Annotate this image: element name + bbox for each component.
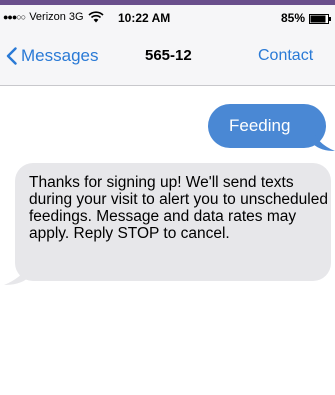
- received-message-text: Thanks for signing up! We'll send texts …: [29, 174, 328, 242]
- back-button-label: Messages: [21, 46, 99, 65]
- sent-message-bubble: Feeding: [208, 104, 326, 148]
- status-left: ●●●○○ Verizon 3G: [3, 11, 104, 23]
- wifi-icon: [88, 11, 104, 23]
- signal-strength: ●●●○○: [3, 12, 26, 22]
- status-bar: ●●●○○ Verizon 3G 10:22 AM 85%: [0, 5, 335, 31]
- sent-message-text: Feeding: [229, 116, 291, 135]
- received-message-bubble: Thanks for signing up! We'll send texts …: [15, 163, 331, 281]
- navigation-bar: Messages 565-12 Contact: [0, 31, 335, 86]
- contact-button[interactable]: Contact: [258, 47, 313, 65]
- battery-icon: [309, 13, 331, 24]
- back-to-messages-button[interactable]: Messages: [6, 46, 98, 66]
- clock: 10:22 AM: [118, 11, 171, 25]
- conversation-title: 565-12: [145, 47, 192, 64]
- status-right: 85%: [281, 11, 331, 25]
- sent-bubble-tail: [313, 130, 335, 151]
- received-bubble-tail: [4, 264, 28, 285]
- carrier-label: Verizon 3G: [29, 11, 84, 23]
- chevron-left-icon: [6, 47, 17, 65]
- battery-percent: 85%: [280, 11, 305, 25]
